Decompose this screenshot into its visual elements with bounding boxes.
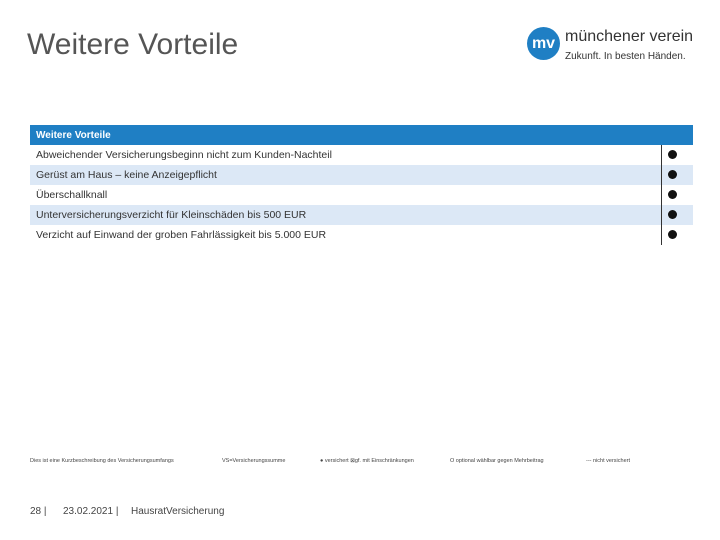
table-row: Unterversicherungsverzicht für Kleinschä… xyxy=(30,205,693,225)
row-label: Überschallknall xyxy=(36,189,108,201)
company-logo: mv münchener verein Zukunft. In besten H… xyxy=(527,25,697,70)
covered-dot-icon xyxy=(668,170,677,179)
benefits-table: Weitere Vorteile Abweichender Versicheru… xyxy=(30,125,693,245)
column-divider xyxy=(661,145,662,245)
page-number: 28 | xyxy=(30,506,47,517)
covered-dot-icon xyxy=(668,150,677,159)
table-row: Abweichender Versicherungsbeginn nicht z… xyxy=(30,145,693,165)
row-label: Unterversicherungsverzicht für Kleinschä… xyxy=(36,209,307,221)
legend-sum-insured: VS=Versicherungssumme xyxy=(222,458,286,464)
table-header: Weitere Vorteile xyxy=(30,125,693,145)
legend-covered: ● versichert ⊠gf. mit Einschränkungen xyxy=(320,458,414,464)
slide-title: Weitere Vorteile xyxy=(27,28,239,61)
table-row: Verzicht auf Einwand der groben Fahrläss… xyxy=(30,225,693,245)
logo-mark: mv xyxy=(527,27,560,60)
covered-dot-icon xyxy=(668,210,677,219)
legend-description: Dies ist eine Kurzbeschreibung des Versi… xyxy=(30,458,174,464)
legend-optional: O optional wählbar gegen Mehrbeitrag xyxy=(450,458,544,464)
covered-dot-icon xyxy=(668,230,677,239)
covered-dot-icon xyxy=(668,190,677,199)
table-row: Gerüst am Haus – keine Anzeigepflicht xyxy=(30,165,693,185)
row-label: Verzicht auf Einwand der groben Fahrläss… xyxy=(36,229,327,241)
row-label: Abweichender Versicherungsbeginn nicht z… xyxy=(36,149,332,161)
table-row: Überschallknall xyxy=(30,185,693,205)
logo-tagline: Zukunft. In besten Händen. xyxy=(565,51,686,62)
footer-date: 23.02.2021 | xyxy=(63,506,119,517)
footer-product: HausratVersicherung xyxy=(131,506,225,517)
logo-name: münchener verein xyxy=(565,28,694,45)
legend-not-covered: --- nicht versichert xyxy=(586,458,631,464)
row-label: Gerüst am Haus – keine Anzeigepflicht xyxy=(36,169,217,181)
